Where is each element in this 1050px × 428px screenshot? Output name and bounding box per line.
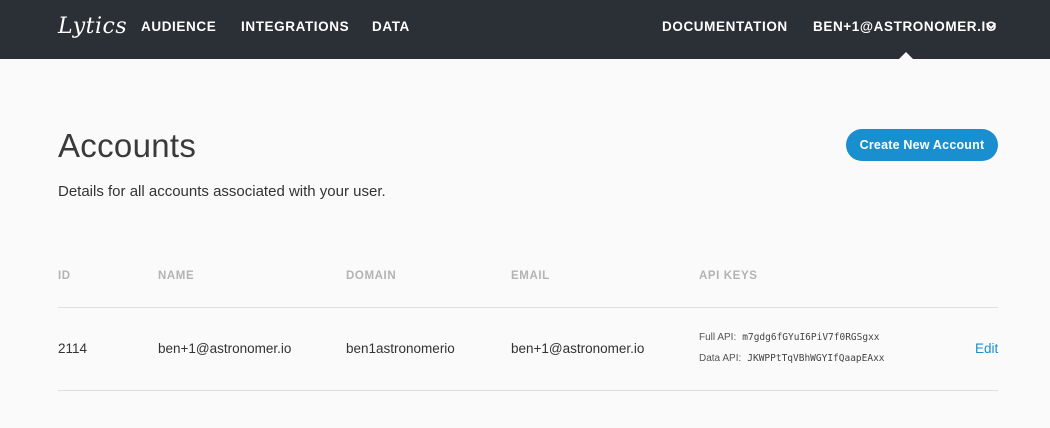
dropdown-caret xyxy=(899,52,913,59)
column-header-domain: DOMAIN xyxy=(346,270,397,282)
full-api-key-row: Full API: m7gdg6fGYuI6PiV7f0RGSgxx xyxy=(699,332,880,343)
row-divider xyxy=(58,390,998,391)
data-api-key-row: Data API: JKWPPtTqVBhWGYIfQaapEAxx xyxy=(699,353,885,364)
column-header-id: ID xyxy=(58,270,71,282)
user-menu[interactable]: BEN+1@ASTRONOMER.IO xyxy=(813,19,997,34)
account-email-cell: ben+1@astronomer.io xyxy=(511,341,645,356)
nav-documentation[interactable]: DOCUMENTATION xyxy=(662,19,788,34)
page-subtitle: Details for all accounts associated with… xyxy=(58,183,386,200)
lytics-logo[interactable]: Lytics xyxy=(58,14,127,39)
create-new-account-button[interactable]: Create New Account xyxy=(846,129,998,161)
nav-data[interactable]: DATA xyxy=(372,19,410,34)
column-header-api-keys: API KEYS xyxy=(699,270,758,282)
account-id-cell: 2114 xyxy=(58,341,88,356)
full-api-label: Full API: xyxy=(699,332,737,343)
column-header-email: EMAIL xyxy=(511,270,550,282)
data-api-key-value[interactable]: JKWPPtTqVBhWGYIfQaapEAxx xyxy=(747,353,884,364)
column-header-name: NAME xyxy=(158,270,195,282)
page-title: Accounts xyxy=(58,127,197,164)
edit-account-link[interactable]: Edit xyxy=(975,341,998,356)
full-api-key-value[interactable]: m7gdg6fGYuI6PiV7f0RGSgxx xyxy=(742,332,879,343)
header-divider xyxy=(58,307,998,308)
nav-integrations[interactable]: INTEGRATIONS xyxy=(241,19,349,34)
data-api-label: Data API: xyxy=(699,353,742,364)
account-domain-cell: ben1astronomerio xyxy=(346,341,455,356)
nav-audience[interactable]: AUDIENCE xyxy=(141,19,216,34)
chevron-down-icon[interactable] xyxy=(984,19,998,33)
top-navigation-bar: Lytics AUDIENCE INTEGRATIONS DATA DOCUME… xyxy=(0,0,1050,59)
account-name-cell: ben+1@astronomer.io xyxy=(158,341,292,356)
